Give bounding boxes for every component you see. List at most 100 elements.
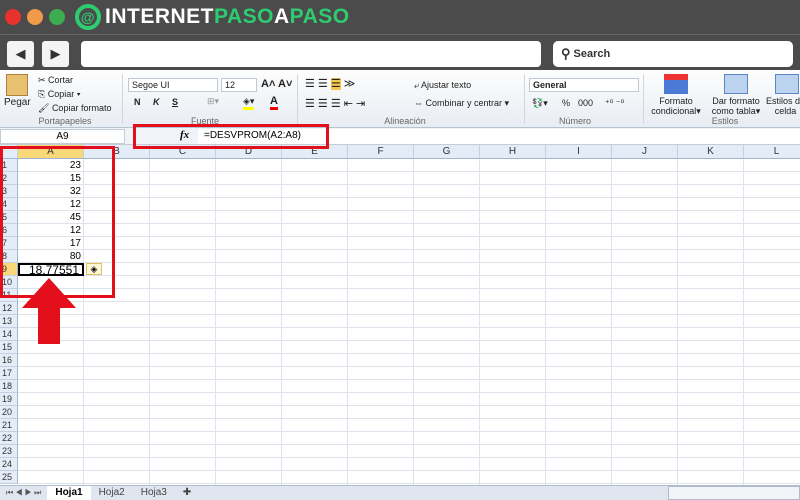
gridline: [18, 236, 800, 237]
grow-font-button[interactable]: A˄ A˅: [261, 78, 292, 90]
column-header-H[interactable]: H: [480, 145, 546, 159]
row-header-13[interactable]: 13: [0, 315, 18, 328]
logo-text: INTERNET: [105, 5, 214, 28]
underline-button[interactable]: S: [172, 97, 178, 107]
wrap-text-button[interactable]: ⤶ Ajustar texto: [414, 80, 471, 91]
gridline: [743, 159, 744, 485]
gridline: [18, 366, 800, 367]
row-header-21[interactable]: 21: [0, 419, 18, 432]
column-header-G[interactable]: G: [414, 145, 480, 159]
row-header-20[interactable]: 20: [0, 406, 18, 419]
site-logo: @ INTERNET PASO A PASO: [75, 4, 350, 30]
format-painter-button[interactable]: 🖌 Copiar formato: [38, 103, 111, 114]
merge-center-button[interactable]: ⇔ Combinar y centrar ▾: [414, 98, 509, 109]
fill-color-icon[interactable]: ◈▾: [243, 96, 255, 110]
gridline: [149, 159, 150, 485]
bold-button[interactable]: N: [134, 97, 141, 107]
sheet-tab-hoja1[interactable]: Hoja1: [47, 486, 91, 500]
column-highlight-box: [0, 146, 115, 298]
number-format-select[interactable]: General: [529, 78, 639, 92]
name-box[interactable]: A9: [0, 129, 125, 144]
conditional-format-icon: [664, 74, 688, 94]
font-name-select[interactable]: Segoe UI: [128, 78, 218, 92]
cell-styles-button[interactable]: Estilos decelda: [766, 96, 800, 116]
percent-button[interactable]: %: [562, 98, 570, 108]
gridline: [215, 159, 216, 485]
row-header-23[interactable]: 23: [0, 445, 18, 458]
row-header-16[interactable]: 16: [0, 354, 18, 367]
gridline: [347, 159, 348, 485]
maximize-window-button[interactable]: [49, 9, 65, 25]
decimal-buttons[interactable]: ⁺⁰ ⁻⁰: [605, 98, 624, 109]
red-arrow-icon: [22, 278, 76, 344]
gridline: [18, 249, 800, 250]
conditional-format-button[interactable]: Formato condicional▾: [648, 96, 704, 117]
sheet-nav-arrows[interactable]: ⏮ ◀ ▶ ⏭: [0, 488, 47, 498]
row-header-17[interactable]: 17: [0, 367, 18, 380]
gridline: [18, 184, 800, 185]
gridline: [479, 159, 480, 485]
horizontal-align-icons[interactable]: ☰ ☰ ☰ ⇤ ⇥: [305, 97, 365, 110]
gridline: [18, 418, 800, 419]
gridline: [413, 159, 414, 485]
gridline: [18, 210, 800, 211]
sheet-tab-hoja2[interactable]: Hoja2: [91, 486, 133, 500]
logo-text: A: [273, 5, 290, 28]
gridline: [18, 262, 800, 263]
search-box[interactable]: ⚲ Search: [553, 41, 793, 67]
paste-icon: [6, 74, 28, 96]
address-bar[interactable]: [81, 41, 541, 67]
gridline: [18, 301, 800, 302]
group-label-number: Número: [558, 116, 591, 126]
logo-text: PASO: [214, 5, 274, 28]
new-sheet-icon[interactable]: ✚: [175, 486, 199, 500]
group-label-alignment: Alineación: [384, 116, 426, 126]
gridline: [281, 159, 282, 485]
column-header-L[interactable]: L: [744, 145, 800, 159]
borders-icon[interactable]: ⊞▾: [207, 96, 219, 107]
table-format-icon: [724, 74, 748, 94]
row-header-12[interactable]: 12: [0, 302, 18, 315]
gridline: [18, 353, 800, 354]
spreadsheet-grid[interactable]: A B C D E F G H I J K L 1 2 3 4 5 6 7 8 9 10 11 12 13 14 15 16 17 18 1…: [0, 145, 800, 485]
gridline: [18, 223, 800, 224]
font-color-icon[interactable]: A: [270, 95, 278, 110]
group-label-clipboard: Portapapeles: [38, 116, 92, 126]
gridline: [611, 159, 612, 485]
font-size-select[interactable]: 12: [221, 78, 257, 92]
sheet-tab-hoja3[interactable]: Hoja3: [133, 486, 175, 500]
horizontal-scrollbar[interactable]: [668, 486, 800, 500]
format-as-table-button[interactable]: Dar formato como tabla▾: [706, 96, 766, 117]
row-header-24[interactable]: 24: [0, 458, 18, 471]
minimize-window-button[interactable]: [27, 9, 43, 25]
gridline: [18, 314, 800, 315]
row-header-15[interactable]: 15: [0, 341, 18, 354]
close-window-button[interactable]: [5, 9, 21, 25]
gridline: [18, 327, 800, 328]
row-header-18[interactable]: 18: [0, 380, 18, 393]
browser-nav-bar: ◀ ▶ ⚲ Search: [0, 34, 800, 70]
gridline: [545, 159, 546, 485]
gridline: [18, 457, 800, 458]
currency-button[interactable]: 💱▾: [532, 98, 548, 109]
column-header-K[interactable]: K: [678, 145, 744, 159]
back-button[interactable]: ◀: [7, 41, 34, 67]
row-header-25[interactable]: 25: [0, 471, 18, 484]
cut-button[interactable]: ✂ Cortar: [38, 75, 73, 86]
logo-text: PASO: [289, 5, 350, 28]
thousands-button[interactable]: 000: [578, 98, 593, 108]
paste-button[interactable]: Pegar: [4, 97, 31, 108]
gridline: [677, 159, 678, 485]
column-header-F[interactable]: F: [348, 145, 414, 159]
italic-button[interactable]: K: [153, 97, 160, 107]
copy-button[interactable]: ⎘ Copiar ▾: [38, 89, 81, 100]
forward-button[interactable]: ▶: [42, 41, 69, 67]
search-label: Search: [573, 48, 611, 60]
gridline: [18, 275, 800, 276]
row-header-14[interactable]: 14: [0, 328, 18, 341]
column-header-I[interactable]: I: [546, 145, 612, 159]
row-header-19[interactable]: 19: [0, 393, 18, 406]
row-header-22[interactable]: 22: [0, 432, 18, 445]
column-header-J[interactable]: J: [612, 145, 678, 159]
vertical-align-icons[interactable]: ☰ ☰ ☰ ≫: [305, 77, 355, 90]
